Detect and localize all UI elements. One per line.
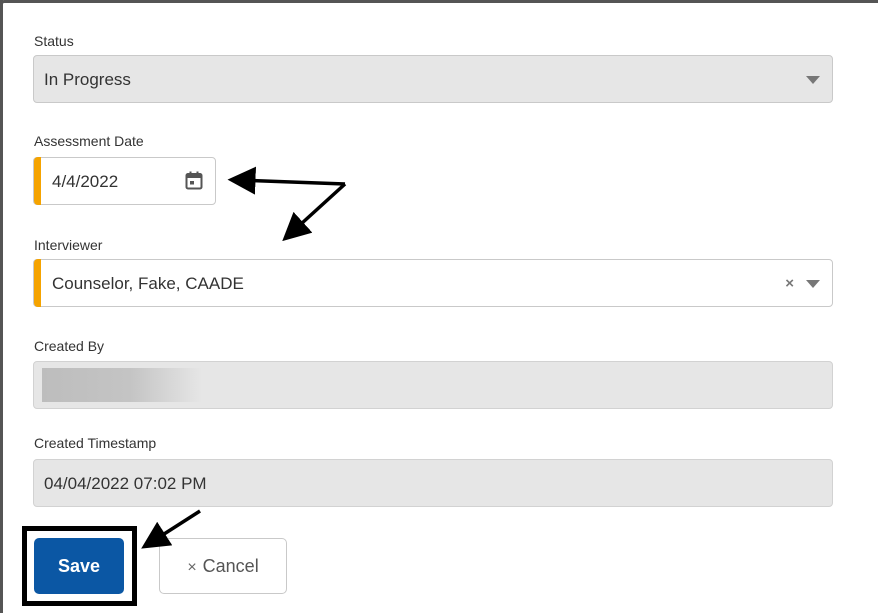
interviewer-label: Interviewer — [34, 237, 103, 253]
assessment-date-value: 4/4/2022 — [52, 172, 119, 191]
required-indicator — [34, 157, 41, 205]
cancel-label: Cancel — [202, 555, 259, 576]
calendar-icon[interactable] — [185, 171, 203, 190]
panel-border — [0, 0, 878, 10]
status-value: In Progress — [44, 70, 131, 89]
clear-icon[interactable]: × — [785, 275, 794, 292]
created-by-label: Created By — [34, 338, 105, 354]
created-by-field — [33, 361, 833, 409]
close-icon: × — [187, 558, 197, 576]
created-timestamp-value: 04/04/2022 07:02 PM — [44, 474, 207, 493]
created-timestamp-field: 04/04/2022 07:02 PM — [33, 459, 833, 507]
status-select: In Progress — [33, 55, 833, 103]
cancel-button[interactable]: × Cancel — [159, 538, 287, 594]
arrow-to-interviewer — [282, 182, 347, 242]
assessment-form: Status In Progress Assessment Date 4/4/2… — [0, 0, 878, 613]
chevron-down-icon[interactable] — [806, 280, 820, 288]
arrow-to-date — [227, 166, 346, 195]
status-label: Status — [34, 33, 74, 49]
interviewer-select[interactable]: Counselor, Fake, CAADE × — [33, 259, 833, 307]
assessment-date-field[interactable]: 4/4/2022 — [33, 157, 216, 205]
created-timestamp-label: Created Timestamp — [34, 435, 157, 451]
redacted-value — [42, 368, 202, 402]
required-indicator — [34, 259, 41, 307]
panel-border — [0, 0, 3, 613]
interviewer-value: Counselor, Fake, CAADE — [52, 274, 244, 293]
chevron-down-icon — [806, 76, 820, 84]
save-button[interactable]: Save — [34, 538, 124, 594]
assessment-date-label: Assessment Date — [34, 133, 144, 149]
